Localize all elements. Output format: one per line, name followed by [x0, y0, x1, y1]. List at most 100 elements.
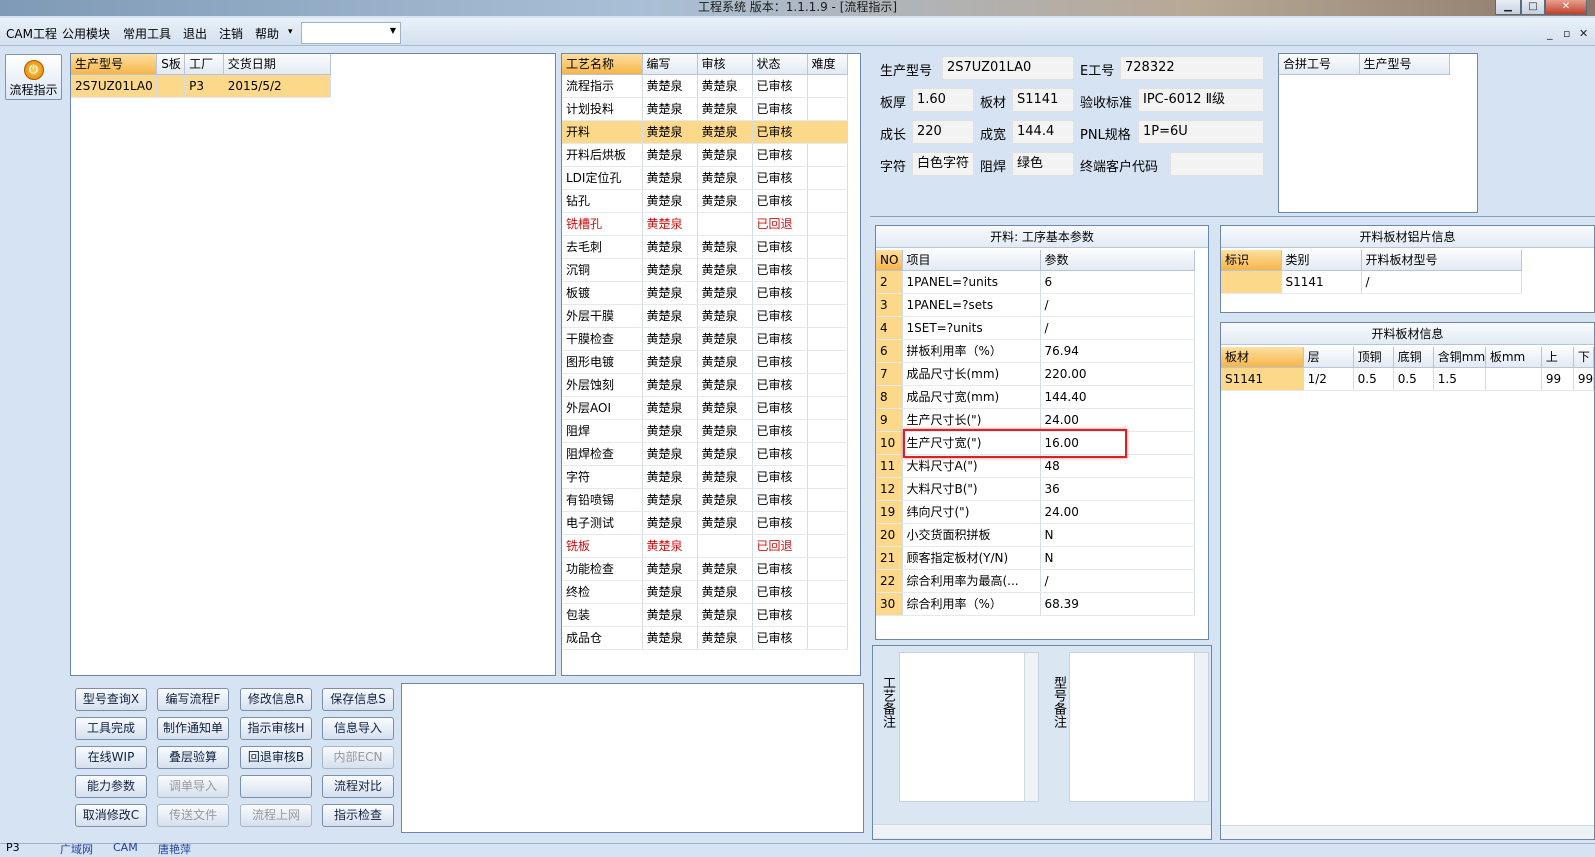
flow-indication-button[interactable]: ⏻ 流程指示	[5, 54, 62, 100]
action-button-0-3[interactable]: 保存信息S	[322, 688, 394, 711]
param-row[interactable]: 6 拼板利用率（%） 76.94	[876, 339, 1195, 363]
action-button-2-0[interactable]: 在线WIP	[75, 746, 147, 769]
param-row[interactable]: 7 成品尺寸长(mm) 220.00	[876, 362, 1195, 386]
thickness-field[interactable]: 1.60	[912, 88, 974, 112]
param-row[interactable]: 19 纬向尺寸(") 24.00	[876, 500, 1195, 524]
process-row[interactable]: 外层蚀刻 黄楚泉 黄楚泉 已审核	[562, 373, 848, 397]
process-header-1[interactable]: 编写	[642, 54, 698, 75]
minimize-button[interactable]: ▁	[1495, 0, 1521, 15]
param-row[interactable]: 9 生产尺寸长(") 24.00	[876, 408, 1195, 432]
action-button-0-0[interactable]: 型号查询X	[75, 688, 147, 711]
character-field[interactable]: 白色字符	[912, 152, 974, 176]
action-button-1-1[interactable]: 制作通知单	[157, 717, 229, 740]
pnl-field[interactable]: 1P=6U	[1138, 120, 1264, 144]
action-button-0-1[interactable]: 编写流程F	[157, 688, 229, 711]
process-row[interactable]: 流程指示 黄楚泉 黄楚泉 已审核	[562, 74, 848, 98]
process-row[interactable]: 开料后烘板 黄楚泉 黄楚泉 已审核	[562, 143, 848, 167]
width-field[interactable]: 144.4	[1012, 120, 1074, 144]
param-row[interactable]: 20 小交货面积拼板 N	[876, 523, 1195, 547]
process-row[interactable]: 计划投料 黄楚泉 黄楚泉 已审核	[562, 97, 848, 121]
action-button-2-1[interactable]: 叠层验算	[157, 746, 229, 769]
sheet-header-5[interactable]: 板mm	[1485, 347, 1542, 368]
param-row[interactable]: 21 顾客指定板材(Y/N) N	[876, 546, 1195, 570]
process-row[interactable]: 阻焊 黄楚泉 黄楚泉 已审核	[562, 419, 848, 443]
process-header-3[interactable]: 状态	[752, 54, 808, 75]
model-header-2[interactable]: 工厂	[184, 54, 224, 75]
process-row[interactable]: 钻孔 黄楚泉 黄楚泉 已审核	[562, 189, 848, 213]
sheet-header-6[interactable]: 上	[1541, 347, 1574, 368]
action-button-1-2[interactable]: 指示审核H	[240, 717, 312, 740]
action-button-4-2[interactable]: 流程上网	[240, 804, 312, 827]
process-row[interactable]: 终检 黄楚泉 黄楚泉 已审核	[562, 580, 848, 604]
close-button[interactable]: ✕	[1545, 0, 1587, 15]
action-button-2-3[interactable]: 内部ECN	[322, 746, 394, 769]
process-row[interactable]: 板镀 黄楚泉 黄楚泉 已审核	[562, 281, 848, 305]
help-arrow-icon[interactable]: ▾	[288, 27, 293, 37]
customer-code-field[interactable]	[1170, 152, 1264, 176]
menu-help[interactable]: 帮助	[255, 25, 279, 42]
process-row[interactable]: 沉铜 黄楚泉 黄楚泉 已审核	[562, 258, 848, 282]
menu-common[interactable]: 公用模块	[62, 25, 110, 42]
param-row[interactable]: 4 1SET=?units /	[876, 316, 1195, 340]
merge-header-0[interactable]: 合拼工号	[1279, 54, 1360, 75]
mdi-minimize-button[interactable]: _	[1547, 27, 1553, 40]
process-row[interactable]: 有铅喷锡 黄楚泉 黄楚泉 已审核	[562, 488, 848, 512]
alu-row[interactable]: S1141/	[1221, 270, 1522, 294]
mdi-restore-button[interactable]: ▫	[1563, 27, 1570, 40]
sheet-header-0[interactable]: 板材	[1221, 347, 1304, 368]
param-row[interactable]: 3 1PANEL=?sets /	[876, 293, 1195, 317]
process-row[interactable]: 包装 黄楚泉 黄楚泉 已审核	[562, 603, 848, 627]
action-button-2-2[interactable]: 回退审核B	[240, 746, 312, 769]
process-header-2[interactable]: 审核	[697, 54, 753, 75]
model-notes-field[interactable]	[1069, 652, 1209, 802]
param-header-1[interactable]: 项目	[902, 250, 1041, 271]
mdi-close-button[interactable]: ✕	[1579, 27, 1588, 40]
param-row[interactable]: 30 综合利用率（%） 68.39	[876, 592, 1195, 616]
param-row[interactable]: 12 大料尺寸B(") 36	[876, 477, 1195, 501]
sheet-row[interactable]: S1141 1/2 0.5 0.5 1.5 99 99	[1221, 367, 1595, 391]
action-button-4-1[interactable]: 传送文件	[157, 804, 229, 827]
message-area[interactable]	[401, 683, 864, 833]
sheet-horizontal-scrollbar[interactable]	[1221, 825, 1594, 839]
model-header-3[interactable]: 交货日期	[223, 54, 332, 75]
action-button-1-0[interactable]: 工具完成	[75, 717, 147, 740]
process-header-0[interactable]: 工艺名称	[562, 54, 643, 75]
alu-header-1[interactable]: 类别	[1281, 250, 1362, 271]
sheet-header-3[interactable]: 底铜	[1393, 347, 1434, 368]
alu-header-2[interactable]: 开料板材型号	[1361, 250, 1522, 271]
sheet-header-4[interactable]: 含铜mm	[1433, 347, 1486, 368]
solder-mask-field[interactable]: 绿色	[1012, 152, 1074, 176]
process-row[interactable]: 字符 黄楚泉 黄楚泉 已审核	[562, 465, 848, 489]
sheet-header-2[interactable]: 顶铜	[1353, 347, 1394, 368]
param-header-0[interactable]: NO	[876, 250, 903, 271]
process-row[interactable]: 图形电镀 黄楚泉 黄楚泉 已审核	[562, 350, 848, 374]
process-row[interactable]: LDI定位孔 黄楚泉 黄楚泉 已审核	[562, 166, 848, 190]
param-header-2[interactable]: 参数	[1040, 250, 1195, 271]
process-notes-field[interactable]	[899, 652, 1039, 802]
action-button-3-0[interactable]: 能力参数	[75, 775, 147, 798]
material-field[interactable]: S1141	[1012, 88, 1074, 112]
model-notes-scrollbar[interactable]	[1194, 653, 1208, 801]
process-row[interactable]: 外层干膜 黄楚泉 黄楚泉 已审核	[562, 304, 848, 328]
process-row[interactable]: 开料 黄楚泉 黄楚泉 已审核	[562, 120, 848, 144]
process-row[interactable]: 外层AOI 黄楚泉 黄楚泉 已审核	[562, 396, 848, 420]
process-header-4[interactable]: 难度	[807, 54, 848, 75]
standard-field[interactable]: IPC-6012 Ⅱ级	[1138, 88, 1264, 112]
process-row[interactable]: 阻焊检查 黄楚泉 黄楚泉 已审核	[562, 442, 848, 466]
process-notes-scrollbar[interactable]	[1024, 653, 1038, 801]
param-row[interactable]: 8 成品尺寸宽(mm) 144.40	[876, 385, 1195, 409]
action-button-1-3[interactable]: 信息导入	[322, 717, 394, 740]
model-header-0[interactable]: 生产型号	[71, 54, 158, 75]
process-row[interactable]: 铣槽孔 黄楚泉 已回退	[562, 212, 848, 236]
alu-header-0[interactable]: 标识	[1221, 250, 1282, 271]
process-row[interactable]: 干膜检查 黄楚泉 黄楚泉 已审核	[562, 327, 848, 351]
merge-header-1[interactable]: 生产型号	[1359, 54, 1450, 75]
param-row[interactable]: 22 综合利用率为最高(... /	[876, 569, 1195, 593]
process-row[interactable]: 电子测试 黄楚泉 黄楚泉 已审核	[562, 511, 848, 535]
sheet-header-1[interactable]: 层	[1303, 347, 1354, 368]
menu-exit[interactable]: 退出	[183, 25, 207, 42]
menu-tools[interactable]: 常用工具	[123, 25, 171, 42]
model-row[interactable]: 2S7UZ01LA0 P3 2015/5/2	[71, 74, 332, 98]
sheet-header-7[interactable]: 下	[1573, 347, 1595, 368]
e-no-field[interactable]: 728322	[1120, 56, 1264, 80]
